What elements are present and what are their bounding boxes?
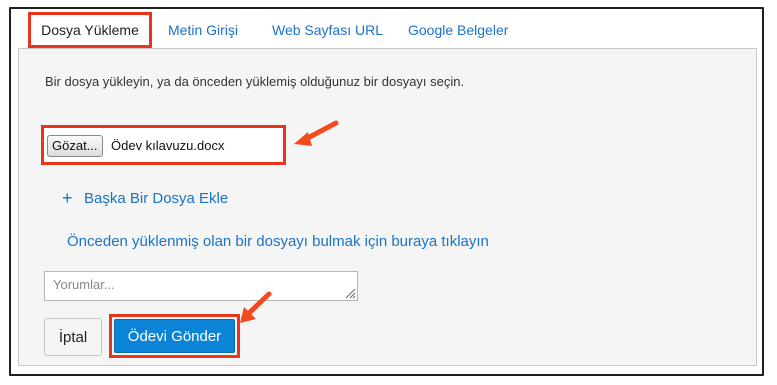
add-another-file-label: Başka Bir Dosya Ekle	[84, 190, 229, 207]
file-input-row: Gözat... Ödev kılavuzu.docx	[41, 125, 286, 165]
plus-icon: +	[62, 188, 73, 208]
comments-field[interactable]	[44, 271, 358, 301]
selected-file-name: Ödev kılavuzu.docx	[111, 138, 225, 153]
add-another-file-link[interactable]: + Başka Bir Dosya Ekle	[62, 188, 229, 208]
find-previous-upload-link[interactable]: Önceden yüklenmiş olan bir dosyayı bulma…	[67, 233, 489, 250]
submit-assignment-button[interactable]: Ödevi Gönder	[114, 319, 235, 353]
submission-tabs: Dosya Yükleme Metin Girişi Web Sayfası U…	[18, 12, 756, 48]
submit-highlight: Ödevi Gönder	[109, 314, 240, 358]
arrow-to-submit-button-icon	[240, 291, 272, 323]
tab-website-url[interactable]: Web Sayfası URL	[272, 12, 383, 48]
upload-instructions: Bir dosya yükleyin, ya da önceden yüklem…	[45, 74, 465, 89]
cancel-button[interactable]: İptal	[44, 318, 102, 356]
browse-button[interactable]: Gözat...	[47, 135, 103, 157]
tab-file-upload[interactable]: Dosya Yükleme	[28, 12, 152, 48]
upload-panel: Bir dosya yükleyin, ya da önceden yüklem…	[18, 48, 757, 366]
tab-text-entry[interactable]: Metin Girişi	[168, 12, 238, 48]
arrow-to-file-input-icon	[294, 120, 339, 146]
tab-google-docs[interactable]: Google Belgeler	[408, 12, 508, 48]
